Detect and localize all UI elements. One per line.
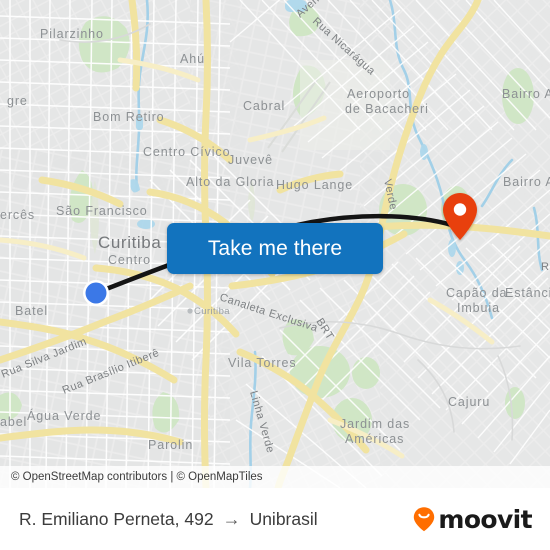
map-place-label: São Francisco (56, 204, 148, 218)
moovit-route-preview: Pilarzinho Ahú Cabral Bairro Alto gre Bom Ret… (0, 0, 550, 550)
route-summary: R. Emiliano Perneta, 492 → Unibrasil (19, 509, 318, 530)
destination-pin[interactable] (437, 189, 483, 245)
map-place-label: Aeroporto (347, 87, 410, 101)
map-place-label: Cabral (243, 99, 285, 113)
moovit-wordmark: moovit (438, 504, 532, 534)
map-place-label: Vila Torres (228, 356, 297, 370)
map-place-label: Hugo Lange (276, 178, 353, 192)
map-place-label: Curitiba (98, 233, 161, 252)
station-marker (187, 308, 193, 314)
map-road-label: R (541, 261, 549, 273)
map-place-label: Centro (108, 253, 151, 267)
map-place-label: Imbuia (457, 301, 500, 315)
map-place-label: Estância (505, 286, 550, 300)
map-place-label: Bairro Alt (503, 175, 550, 189)
map-place-label: Cajuru (448, 395, 490, 409)
take-me-there-button[interactable]: Take me there (167, 223, 383, 274)
map-place-label: Ahú (180, 52, 205, 66)
map-place-label: Pilarzinho (40, 27, 104, 41)
moovit-logo: moovit (412, 504, 533, 534)
origin-marker[interactable] (76, 273, 116, 313)
map-place-label: gre (7, 94, 28, 108)
map-place-label: de Bacacheri (345, 102, 429, 116)
route-footer-bar: R. Emiliano Perneta, 492 → Unibrasil moo… (0, 488, 550, 550)
map-place-label: Jardim das (340, 417, 410, 431)
map-place-label: Curitiba (194, 306, 230, 317)
route-arrow-icon: → (222, 509, 241, 529)
map-place-label: Centro Cívico (143, 145, 230, 159)
map-place-label: Juvevê (228, 153, 273, 167)
map-place-label: abel (0, 415, 27, 429)
map-place-label: Bom Retiro (93, 110, 165, 124)
map-place-label: Alto da Gloria (186, 175, 274, 189)
map-canvas[interactable]: Pilarzinho Ahú Cabral Bairro Alto gre Bom Ret… (0, 0, 550, 488)
route-origin-label: R. Emiliano Perneta, 492 (19, 508, 214, 529)
map-place-label: Água Verde (27, 408, 101, 423)
map-place-label: ercês (0, 208, 35, 222)
map-attribution: © OpenStreetMap contributors | © OpenMap… (0, 466, 550, 488)
map-place-label: Parolin (148, 438, 193, 452)
route-destination-label: Unibrasil (249, 508, 318, 529)
map-place-label: Capão da (446, 286, 507, 300)
map-place-label: Américas (345, 432, 404, 446)
moovit-pin-icon (414, 507, 435, 532)
map-place-label: Batel (15, 304, 48, 318)
map-place-label: Bairro Alto (502, 87, 550, 101)
